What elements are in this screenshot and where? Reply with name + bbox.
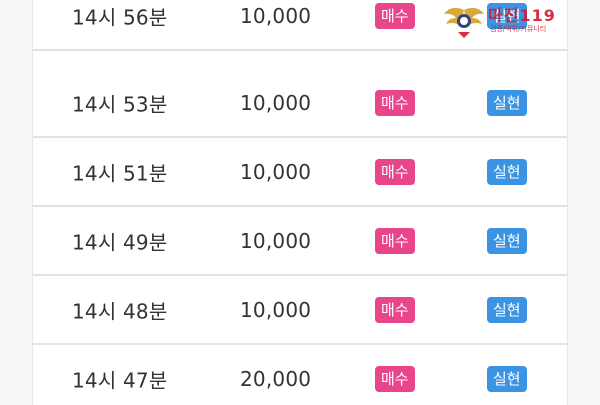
trade-time: 14시 48분 (72, 299, 168, 324)
trade-amount: 10,000 (240, 298, 312, 322)
trade-amount: 20,000 (240, 367, 312, 391)
wings-logo-icon (444, 7, 484, 38)
buy-badge: 매수 (375, 90, 415, 116)
buy-badge: 매수 (375, 228, 415, 254)
trade-time: 14시 53분 (72, 92, 168, 117)
trade-time: 14시 56분 (72, 5, 168, 30)
buy-badge: 매수 (375, 366, 415, 392)
realized-badge: 실현 (487, 159, 527, 185)
trade-history-list: 14시 56분 10,000 매수 실현 14시 53분 10,000 매수 실… (33, 0, 567, 405)
trade-amount: 10,000 (240, 91, 312, 115)
buy-badge: 매수 (375, 159, 415, 185)
trade-row: 14시 48분 10,000 매수 실현 (33, 277, 567, 345)
trade-amount: 10,000 (240, 160, 312, 184)
watermark: 마진119 검증/먹튀/커뮤니티 (442, 2, 592, 42)
buy-badge: 매수 (375, 297, 415, 323)
page: 14시 56분 10,000 매수 실현 14시 53분 10,000 매수 실… (0, 0, 600, 405)
trade-time: 14시 49분 (72, 230, 168, 255)
watermark-subtitle: 검증/먹튀/커뮤니티 (490, 25, 547, 33)
trade-row: 14시 49분 10,000 매수 실현 (33, 208, 567, 276)
trade-row: 14시 53분 10,000 매수 실현 (33, 70, 567, 138)
realized-badge: 실현 (487, 90, 527, 116)
trade-time: 14시 51분 (72, 161, 168, 186)
realized-badge: 실현 (487, 297, 527, 323)
watermark-title: 마진119 (488, 6, 556, 25)
trade-amount: 10,000 (240, 229, 312, 253)
trade-row: 14시 51분 10,000 매수 실현 (33, 139, 567, 207)
trade-row: 14시 47분 20,000 매수 실현 (33, 346, 567, 405)
trade-time: 14시 47분 (72, 368, 168, 393)
trade-amount: 10,000 (240, 4, 312, 28)
realized-badge: 실현 (487, 366, 527, 392)
realized-badge: 실현 (487, 228, 527, 254)
buy-badge: 매수 (375, 3, 415, 29)
